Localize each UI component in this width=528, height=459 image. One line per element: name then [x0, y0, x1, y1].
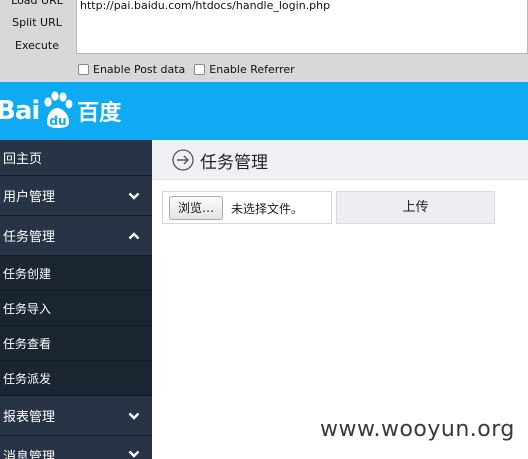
file-status-text: 未选择文件。	[231, 202, 304, 216]
sidebar-item-label: 任务查看	[3, 336, 52, 351]
upload-button[interactable]: 上传	[336, 191, 495, 224]
sidebar-item-home[interactable]: 回主页	[0, 140, 152, 176]
chevron-up-icon	[128, 231, 140, 239]
execute-button[interactable]: Execute	[2, 36, 72, 56]
sidebar-item-task-create[interactable]: 任务创建	[0, 256, 152, 291]
browse-button[interactable]: 浏览…	[169, 196, 224, 220]
referrer-label: Enable Referrer	[209, 62, 295, 76]
page-header: 任务管理	[152, 140, 528, 180]
split-url-button[interactable]: Split URL	[2, 13, 72, 33]
circle-arrow-right-icon	[172, 149, 194, 171]
file-input[interactable]: 浏览… 未选择文件。	[162, 191, 332, 224]
hackbar-options: Enable Post data Enable Referrer	[78, 60, 304, 78]
sidebar-item-label: 报表管理	[3, 410, 56, 425]
logo-text-left: Bai	[0, 96, 40, 126]
sidebar-item-report-management[interactable]: 报表管理	[0, 396, 152, 436]
sidebar-item-label: 消息管理	[3, 450, 56, 459]
paw-icon: du	[40, 91, 74, 131]
sidebar-item-task-dispatch[interactable]: 任务派发	[0, 361, 152, 396]
sidebar-item-label: 任务导入	[3, 301, 52, 316]
watermark: www.wooyun.org	[320, 417, 515, 442]
url-textarea[interactable]: http://pai.baidu.com/htdocs/handle_login…	[76, 0, 528, 54]
logo-text-cn: 百度	[77, 101, 122, 126]
page-root: Load URL Split URL Execute http://pai.ba…	[0, 0, 528, 459]
referrer-checkbox[interactable]	[194, 63, 206, 75]
enable-post-data-option[interactable]: Enable Post data	[78, 63, 185, 76]
sidebar-item-task-import[interactable]: 任务导入	[0, 291, 152, 326]
baidu-logo[interactable]: Bai du 百度	[0, 89, 121, 133]
sidebar-item-task-management[interactable]: 任务管理	[0, 216, 152, 256]
logo-text-right: du	[50, 114, 67, 128]
sidebar-item-label: 任务派发	[3, 371, 52, 386]
post-data-checkbox[interactable]	[78, 63, 89, 75]
hackbar-buttons: Load URL Split URL Execute	[0, 0, 76, 58]
sidebar-item-message-management[interactable]: 消息管理	[0, 436, 152, 459]
sidebar-item-label: 任务管理	[3, 230, 56, 245]
chevron-down-icon	[128, 192, 140, 200]
chevron-down-icon	[128, 450, 140, 458]
sidebar-item-label: 用户管理	[3, 190, 56, 205]
page-title: 任务管理	[200, 153, 268, 173]
enable-referrer-option[interactable]: Enable Referrer	[194, 62, 295, 76]
sidebar-item-label: 任务创建	[3, 266, 52, 281]
sidebar: 回主页 用户管理 任务管理 任务创建 任务导入 任务查看 任务派发 报表管理 消…	[0, 140, 152, 459]
sidebar-item-label: 回主页	[3, 152, 43, 167]
post-data-label: Enable Post data	[93, 62, 186, 76]
hackbar-panel: Load URL Split URL Execute http://pai.ba…	[0, 0, 528, 82]
chevron-down-icon	[128, 412, 140, 420]
load-url-button[interactable]: Load URL	[2, 0, 72, 11]
sidebar-item-task-view[interactable]: 任务查看	[0, 326, 152, 361]
sidebar-item-user-management[interactable]: 用户管理	[0, 176, 152, 216]
